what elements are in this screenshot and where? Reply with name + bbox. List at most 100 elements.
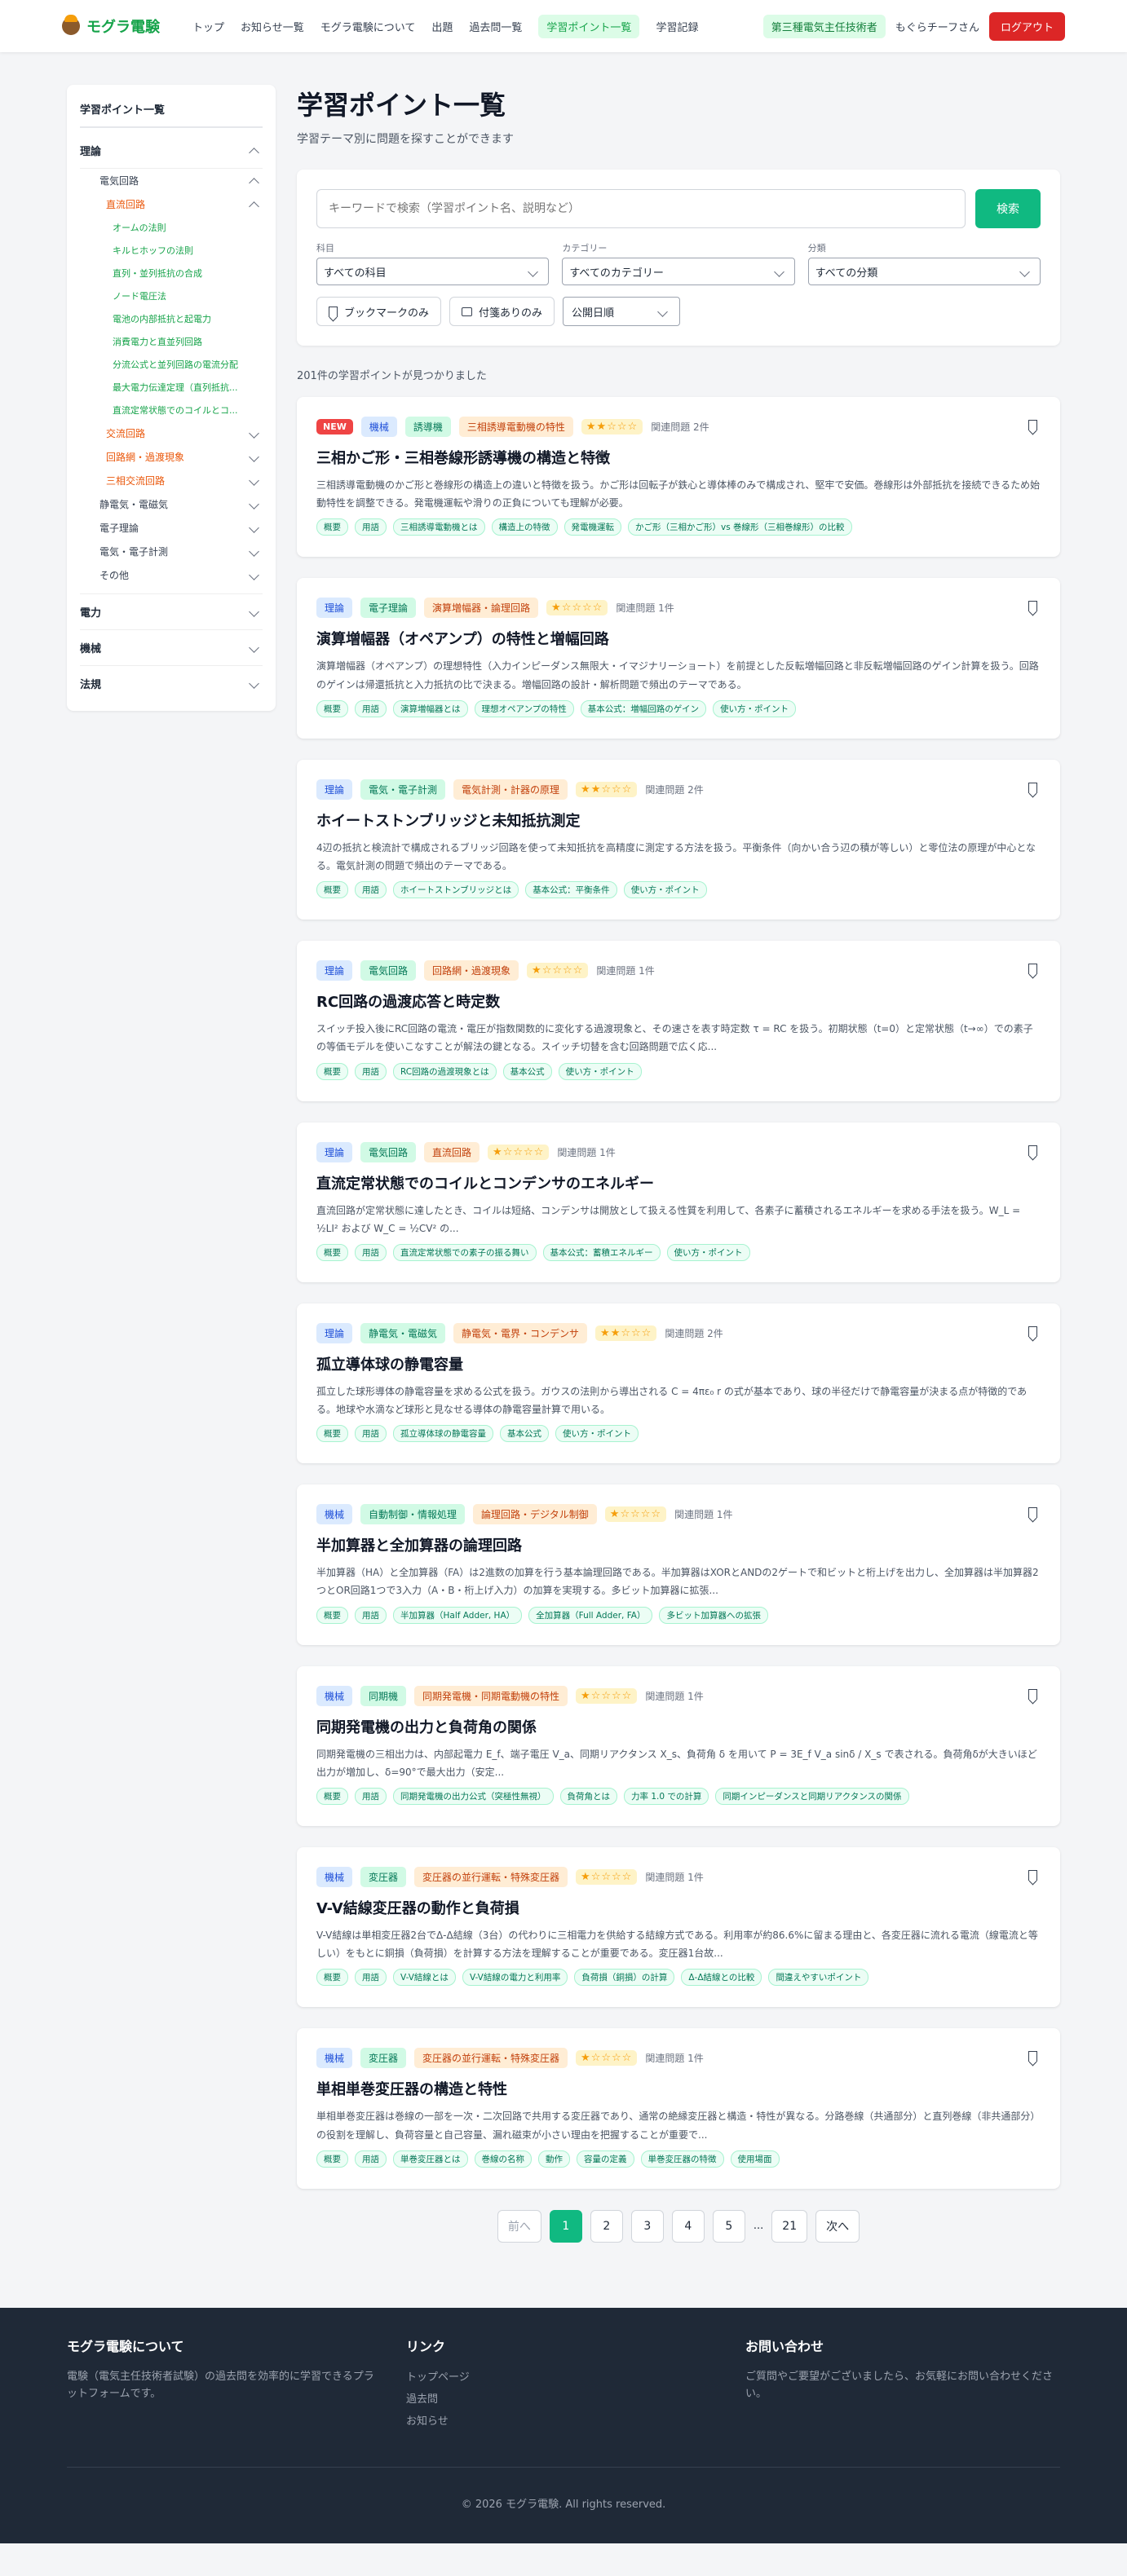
keyword-tag[interactable]: 基本公式：蓄積エネルギー	[542, 1243, 661, 1261]
sidebar-item-electrostatics[interactable]: 静電気・電磁気	[99, 492, 263, 516]
keyword-tag[interactable]: 演算増幅器とは	[393, 699, 468, 717]
bookmark-icon[interactable]	[1028, 601, 1037, 612]
bookmark-icon[interactable]	[1028, 964, 1037, 975]
page-button[interactable]: 3	[630, 2209, 664, 2243]
keyword-tag[interactable]: ホイートストンブリッジとは	[393, 881, 519, 899]
sidebar-leaf[interactable]: ノード電圧法	[99, 285, 263, 307]
keyword-tag[interactable]: 用語	[355, 518, 387, 536]
keyword-tag[interactable]: 用語	[355, 2150, 387, 2168]
sidebar-leaf[interactable]: 直流定常状態でのコイルとコ...	[99, 399, 263, 421]
category-select[interactable]: すべてのカテゴリー	[562, 258, 795, 285]
keyword-tag[interactable]: 単巻変圧器の特徴	[640, 2150, 724, 2168]
card-title[interactable]: ホイートストンブリッジと未知抵抗測定	[316, 809, 1041, 831]
page-button[interactable]: 5	[712, 2209, 745, 2243]
subject-select[interactable]: すべての科目	[316, 258, 550, 285]
sidebar-item-circuits[interactable]: 電気回路	[99, 169, 263, 192]
card-title[interactable]: 直流定常状態でのコイルとコンデンサのエネルギー	[316, 1172, 1041, 1193]
footer-link-news[interactable]: お知らせ	[406, 2412, 721, 2428]
keyword-tag[interactable]: 負荷損（銅損）の計算	[574, 1969, 675, 1987]
keyword-tag[interactable]: 概要	[316, 881, 348, 899]
keyword-tag[interactable]: 用語	[355, 699, 387, 717]
keyword-tag[interactable]: 構造上の特徴	[491, 518, 558, 536]
footer-link-past[interactable]: 過去問	[406, 2390, 721, 2406]
keyword-tag[interactable]: 容量の定義	[577, 2150, 634, 2168]
sidebar-cat-machines[interactable]: 機械	[80, 630, 263, 666]
keyword-tag[interactable]: 多ビット加算器への拡張	[659, 1606, 768, 1624]
keyword-tag[interactable]: 概要	[316, 518, 348, 536]
keyword-tag[interactable]: 理想オペアンプの特性	[474, 699, 574, 717]
keyword-tag[interactable]: 同期インピーダンスと同期リアクタンスの関係	[715, 1788, 909, 1805]
keyword-tag[interactable]: 用語	[355, 1243, 387, 1261]
card-title[interactable]: 三相かご形・三相巻線形誘導機の構造と特徴	[316, 447, 1041, 468]
bookmark-icon[interactable]	[1028, 1145, 1037, 1156]
nav-past-exams[interactable]: 過去問一覧	[469, 19, 522, 34]
sidebar-item-measurement[interactable]: 電気・電子計測	[99, 540, 263, 563]
card-title[interactable]: 孤立導体球の静電容量	[316, 1353, 1041, 1374]
keyword-tag[interactable]: 単巻変圧器とは	[393, 2150, 468, 2168]
card-title[interactable]: 単相単巻変圧器の構造と特性	[316, 2078, 1041, 2099]
search-button[interactable]: 検索	[975, 189, 1041, 228]
page-button[interactable]: 1	[549, 2209, 582, 2243]
search-input[interactable]	[316, 189, 966, 228]
keyword-tag[interactable]: 概要	[316, 1606, 348, 1624]
card-title[interactable]: V-V結線変圧器の動作と負荷損	[316, 1897, 1041, 1918]
keyword-tag[interactable]: 半加算器（Half Adder, HA）	[393, 1606, 523, 1624]
keyword-tag[interactable]: 直流定常状態での素子の振る舞い	[393, 1243, 537, 1261]
sidebar-cat-theory[interactable]: 理論	[80, 133, 263, 169]
bookmark-only-button[interactable]: ブックマークのみ	[316, 297, 442, 326]
learning-point-card[interactable]: 機械 変圧器 変圧器の並行運転・特殊変圧器 ★☆☆☆☆ 関連問題 1件 単相単巻変圧器の構…	[297, 2028, 1060, 2189]
class-select[interactable]: すべての分類	[807, 258, 1041, 285]
bookmark-icon[interactable]	[1028, 1325, 1037, 1337]
keyword-tag[interactable]: 概要	[316, 699, 348, 717]
sidebar-item-transient[interactable]: 回路網・過渡現象	[99, 445, 263, 469]
sidebar-cat-law[interactable]: 法規	[80, 666, 263, 701]
bookmark-icon[interactable]	[1028, 2051, 1037, 2062]
keyword-tag[interactable]: 使い方・ポイント	[555, 1425, 639, 1443]
sidebar-item-other[interactable]: その他	[99, 563, 263, 587]
keyword-tag[interactable]: V-V結線の電力と利用率	[462, 1969, 568, 1987]
keyword-tag[interactable]: 負荷角とは	[559, 1788, 617, 1805]
nav-study-log[interactable]: 学習記録	[656, 19, 698, 34]
keyword-tag[interactable]: 概要	[316, 1062, 348, 1080]
keyword-tag[interactable]: 基本公式：増幅回路のゲイン	[580, 699, 707, 717]
keyword-tag[interactable]: 基本公式	[502, 1062, 552, 1080]
nav-quiz[interactable]: 出題	[431, 19, 453, 34]
prev-page-button[interactable]: 前へ	[497, 2209, 541, 2243]
keyword-tag[interactable]: 概要	[316, 1243, 348, 1261]
keyword-tag[interactable]: 力率 1.0 での計算	[624, 1788, 709, 1805]
learning-point-card[interactable]: 理論 静電気・電磁気 静電気・電界・コンデンサ ★★☆☆☆ 関連問題 2件 孤立導体球の静…	[297, 1303, 1060, 1464]
sidebar-leaf[interactable]: オームの法則	[99, 216, 263, 239]
keyword-tag[interactable]: 用語	[355, 881, 387, 899]
keyword-tag[interactable]: 使い方・ポイント	[623, 881, 707, 899]
sidebar-leaf[interactable]: 最大電力伝達定理（直列抵抗...	[99, 376, 263, 399]
next-page-button[interactable]: 次へ	[815, 2209, 860, 2243]
keyword-tag[interactable]: 用語	[355, 1606, 387, 1624]
bookmark-icon[interactable]	[1028, 420, 1037, 430]
sidebar-cat-power[interactable]: 電力	[80, 593, 263, 630]
page-button[interactable]: 21	[771, 2209, 808, 2243]
keyword-tag[interactable]: 用語	[355, 1062, 387, 1080]
nav-learning-points[interactable]: 学習ポイント一覧	[538, 14, 640, 38]
keyword-tag[interactable]: 基本公式：平衡条件	[525, 881, 617, 899]
keyword-tag[interactable]: 間違えやすいポイント	[768, 1969, 869, 1987]
bookmark-icon[interactable]	[1028, 782, 1037, 793]
keyword-tag[interactable]: 使い方・ポイント	[558, 1062, 642, 1080]
card-title[interactable]: RC回路の過渡応答と時定数	[316, 990, 1041, 1012]
sidebar-item-dc[interactable]: 直流回路	[99, 192, 263, 216]
bookmark-icon[interactable]	[1028, 1507, 1037, 1519]
keyword-tag[interactable]: 基本公式	[500, 1425, 549, 1443]
keyword-tag[interactable]: 用語	[355, 1425, 387, 1443]
keyword-tag[interactable]: 概要	[316, 1969, 348, 1987]
learning-point-card[interactable]: 理論 電気回路 直流回路 ★☆☆☆☆ 関連問題 1件 直流定常状態でのコイルとコンデンサの…	[297, 1122, 1060, 1282]
nav-top[interactable]: トップ	[192, 19, 224, 34]
learning-point-card[interactable]: 機械 変圧器 変圧器の並行運転・特殊変圧器 ★☆☆☆☆ 関連問題 1件 V-V結線変圧器の…	[297, 1847, 1060, 2008]
sidebar-leaf[interactable]: 電池の内部抵抗と起電力	[99, 307, 263, 330]
keyword-tag[interactable]: 概要	[316, 1788, 348, 1805]
page-button[interactable]: 4	[671, 2209, 705, 2243]
learning-point-card[interactable]: NEW 機械 誘導機 三相誘導電動機の特性 ★★☆☆☆ 関連問題 2件 三相かご形・三相巻線…	[297, 397, 1060, 558]
learning-point-card[interactable]: 機械 自動制御・情報処理 論理回路・デジタル制御 ★☆☆☆☆ 関連問題 1件 半加算器と全…	[297, 1484, 1060, 1645]
notes-only-button[interactable]: 付箋ありのみ	[449, 297, 555, 326]
sort-select[interactable]: 公開日順	[563, 297, 681, 326]
sidebar-item-three-phase[interactable]: 三相交流回路	[99, 469, 263, 492]
keyword-tag[interactable]: V-V結線とは	[393, 1969, 456, 1987]
